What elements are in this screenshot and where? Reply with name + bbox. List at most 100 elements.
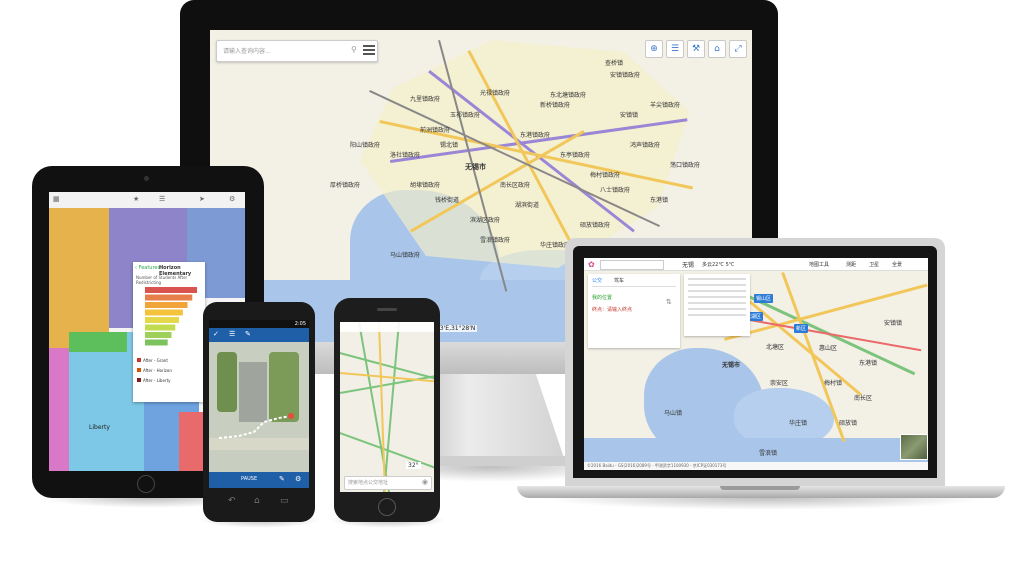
map-label: 南长区 [854, 395, 873, 402]
map-label-city: 无锡市 [722, 362, 741, 369]
status-bar: 2:05 [209, 320, 309, 328]
chart-bar [145, 309, 183, 316]
map-label: 锡北镇 [440, 142, 459, 149]
iphone-map-view[interactable]: 32° 搜索地点公交地址 ◉ [340, 322, 434, 492]
route-to[interactable]: 终点：请输入终点 [592, 306, 632, 313]
laptop-map-view[interactable]: ✿ 无锡 多云22℃ 5℃ 地图工具 测距 卫星 全景 锡山区 滨湖区 新区 无… [584, 258, 928, 470]
map-label: 阳山镇政府 [350, 142, 381, 149]
map-label: 马山镇 [664, 410, 683, 417]
iphone-home-button[interactable] [378, 498, 396, 516]
grid-icon[interactable]: ▦ [53, 195, 60, 203]
chart-bar [145, 317, 180, 323]
iphone-speaker [377, 308, 397, 311]
list-icon[interactable]: ☰ [229, 330, 235, 338]
map-label: 东港镇 [859, 360, 878, 367]
layers-icon[interactable]: ☰ [159, 195, 165, 203]
map-label: 新桥镇政府 [540, 102, 571, 109]
tool-measure[interactable]: 测距 [846, 261, 856, 268]
map-label: 东亭镇政府 [560, 152, 591, 159]
laptop-search-input[interactable] [600, 260, 664, 270]
map-label: 华庄镇 [789, 420, 808, 427]
check-icon[interactable]: ✓ [213, 330, 219, 338]
map-label: 鸿声镇政府 [630, 142, 661, 149]
map-label: 惠山区 [819, 345, 838, 352]
locate-icon[interactable]: ⊕ [645, 40, 663, 58]
chart-bar [145, 287, 197, 293]
home-icon[interactable]: ⌂ [708, 40, 726, 58]
map-marker[interactable]: 锡山区 [754, 294, 774, 303]
chart-bar [145, 294, 193, 301]
poi-list-panel [684, 274, 750, 336]
temperature-label: 32° [406, 462, 421, 469]
status-time: 2:05 [294, 321, 306, 327]
city-label[interactable]: 无锡 [682, 260, 694, 269]
tool-panorama[interactable]: 全景 [892, 261, 902, 268]
edit-icon[interactable]: ✎ [245, 330, 251, 338]
map-label: 安镇镇政府 [610, 72, 641, 79]
map-label: 九里镇政府 [410, 96, 441, 103]
map-label: 羊尖镇政府 [650, 102, 681, 109]
district-green[interactable] [69, 332, 127, 352]
map-label-liberty: Liberty [89, 424, 110, 431]
back-icon[interactable]: ↶ [228, 496, 236, 506]
map-label: 东北塘镇政府 [550, 92, 587, 99]
locate-icon[interactable]: ➤ [199, 195, 205, 203]
search-icon[interactable]: ⚲ [351, 45, 357, 54]
route-from[interactable]: 我的位置 [592, 294, 612, 301]
gps-track [218, 413, 294, 439]
water-area [584, 438, 928, 462]
bookmark-icon[interactable]: ★ [133, 195, 139, 203]
legend-label: After - Grant [143, 358, 168, 363]
map-label: 雪浪镇政府 [480, 237, 511, 244]
map-label: 东港镇政府 [520, 132, 551, 139]
map-marker[interactable]: 新区 [794, 324, 809, 333]
district-west[interactable] [49, 348, 69, 471]
laptop-notch [720, 486, 800, 490]
map-search-box[interactable]: 请输入查询内容... ⚲ [216, 40, 378, 62]
student-bar-chart [145, 287, 197, 346]
fullscreen-icon[interactable]: ⤢ [729, 40, 747, 58]
settings-icon[interactable]: ⚙ [295, 475, 301, 483]
map-label: 崇安区 [770, 380, 789, 387]
map-label: 安镇镇 [620, 112, 639, 119]
map-label: 洛社镇政府 [390, 152, 421, 159]
microphone-icon[interactable]: ◉ [422, 478, 428, 486]
popup-subtitle: Number of Students After Redistricting [136, 275, 188, 285]
recent-apps-icon[interactable]: ▭ [280, 496, 289, 506]
map-label: 玉祁镇政府 [450, 112, 481, 119]
legend-swatch [137, 358, 141, 362]
tools-icon[interactable]: ⚒ [687, 40, 705, 58]
tab-drive[interactable]: 驾车 [614, 277, 624, 284]
legend-label: After - Horizon [143, 368, 172, 373]
back-button[interactable]: ‹ Features [135, 265, 160, 271]
map-label: 荡口镇政府 [670, 162, 701, 169]
tool-map-tools[interactable]: 地图工具 [809, 261, 829, 268]
iphone-search-input[interactable]: 搜索地点公交地址 ◉ [344, 476, 432, 490]
legend-swatch [137, 378, 141, 382]
aerial-imagery[interactable] [209, 342, 309, 472]
tool-satellite[interactable]: 卫星 [869, 261, 879, 268]
pen-icon[interactable]: ✎ [279, 475, 285, 483]
swap-icon[interactable]: ⇅ [666, 298, 672, 306]
map-label: 前洲镇政府 [420, 127, 451, 134]
tab-bus[interactable]: 公交 [592, 277, 602, 284]
chart-bar [145, 324, 176, 331]
map-label: 雪浪镇 [759, 450, 778, 457]
chart-bar [145, 332, 172, 338]
menu-icon[interactable] [363, 42, 375, 56]
satellite-thumbnail[interactable] [900, 434, 928, 460]
home-icon[interactable]: ⌂ [254, 496, 260, 506]
search-placeholder: 请输入查询内容... [223, 48, 271, 55]
settings-icon[interactable]: ⚙ [229, 195, 235, 203]
divider [592, 286, 676, 287]
legend-item: After - Liberty [137, 378, 171, 383]
tablet-home-button[interactable] [137, 475, 155, 493]
android-phone-screen[interactable]: 2:05 ✓ ☰ ✎ PAUSE ✎ ⚙ [209, 320, 309, 488]
pause-button[interactable]: PAUSE [241, 476, 257, 482]
district-grant[interactable] [49, 208, 109, 348]
map-label: 光禄镇政府 [480, 90, 511, 97]
map-label: 北塘区 [766, 344, 785, 351]
map-footer: ©2016 Baidu - GS(2016)2089号 - 甲测资字110093… [584, 462, 928, 470]
layers-icon[interactable]: ☰ [666, 40, 684, 58]
map-label: 胡埭镇政府 [410, 182, 441, 189]
